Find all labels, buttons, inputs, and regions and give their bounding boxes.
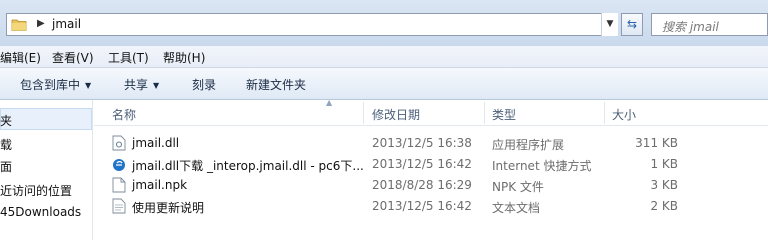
navigation-pane: 夹 载 面 近访问的位置 45Downloads (0, 100, 93, 240)
share-button[interactable]: 共享 ▼ (124, 76, 159, 93)
file-name: jmail.dll (132, 136, 180, 150)
file-date: 2013/12/5 16:38 (372, 136, 472, 150)
file-size: 311 KB (635, 136, 678, 150)
nav-item-downloads[interactable]: 载 (0, 136, 12, 153)
text-file-icon (112, 198, 126, 214)
menu-tools[interactable]: 工具(T) (108, 49, 149, 66)
share-label: 共享 (124, 78, 149, 92)
file-type: NPK 文件 (492, 180, 544, 194)
menu-help[interactable]: 帮助(H) (163, 49, 205, 66)
file-type: 文本文档 (492, 201, 541, 215)
file-type: Internet 快捷方式 (492, 159, 592, 173)
include-in-library-button[interactable]: 包含到库中 ▼ (20, 76, 91, 93)
column-divider[interactable] (363, 102, 364, 124)
column-name[interactable]: 名称 (112, 106, 136, 123)
breadcrumb-arrow-icon[interactable]: ▶ (37, 18, 45, 29)
file-icon (112, 177, 126, 193)
column-divider[interactable] (604, 102, 605, 124)
search-placeholder: 搜索 jmail (662, 20, 719, 34)
file-size: 1 KB (650, 157, 678, 171)
address-dropdown-icon[interactable]: ▼ (601, 13, 618, 36)
file-name: jmail.npk (132, 178, 188, 192)
nav-item-folder[interactable]: 夹 (0, 112, 12, 129)
dll-file-icon (112, 135, 126, 151)
column-divider[interactable] (484, 102, 485, 124)
file-date: 2018/8/28 16:29 (372, 178, 472, 192)
nav-item-recent-places[interactable]: 近访问的位置 (0, 182, 72, 199)
column-type[interactable]: 类型 (492, 106, 516, 123)
new-folder-button[interactable]: 新建文件夹 (246, 76, 306, 93)
file-size: 2 KB (650, 199, 678, 213)
menu-edit[interactable]: 编辑(E) (0, 49, 41, 66)
chevron-down-icon: ▼ (85, 81, 92, 90)
address-bar[interactable]: ▶ jmail (6, 13, 617, 36)
burn-button[interactable]: 刻录 (192, 76, 216, 93)
internet-shortcut-icon (113, 159, 125, 171)
address-bar-area: ▶ jmail ▼ ⇆ 搜索 jmail (0, 0, 768, 46)
file-name: jmail.dll下载 _interop.jmail.dll - pc6下... (132, 159, 364, 173)
chevron-down-icon: ▼ (153, 81, 160, 90)
column-headers: ▲ 名称 修改日期 类型 大小 (94, 98, 768, 126)
menu-view[interactable]: 查看(V) (52, 49, 94, 66)
file-date: 2013/12/5 16:42 (372, 157, 472, 171)
file-date: 2013/12/5 16:42 (372, 199, 472, 213)
sort-ascending-icon: ▲ (326, 98, 333, 107)
refresh-icon: ⇆ (626, 17, 638, 31)
file-row[interactable]: jmail.dll 2013/12/5 16:38 应用程序扩展 311 KB (94, 133, 768, 154)
file-row[interactable]: 使用更新说明 2013/12/5 16:42 文本文档 2 KB (94, 196, 768, 217)
include-in-library-label: 包含到库中 (20, 78, 81, 92)
folder-icon (11, 19, 27, 31)
file-name: 使用更新说明 (132, 201, 205, 215)
column-date[interactable]: 修改日期 (372, 106, 420, 123)
search-input[interactable]: 搜索 jmail (651, 13, 768, 36)
command-toolbar: 包含到库中 ▼ 共享 ▼ 刻录 新建文件夹 (0, 68, 768, 100)
refresh-button[interactable]: ⇆ (621, 13, 643, 36)
nav-item-desktop[interactable]: 面 (0, 158, 12, 175)
column-size[interactable]: 大小 (612, 106, 636, 123)
file-row[interactable]: jmail.npk 2018/8/28 16:29 NPK 文件 3 KB (94, 175, 768, 196)
file-row[interactable]: jmail.dll下载 _interop.jmail.dll - pc6下...… (94, 154, 768, 175)
file-size: 3 KB (650, 178, 678, 192)
menu-bar: 编辑(E) 查看(V) 工具(T) 帮助(H) (0, 46, 768, 68)
nav-selection (0, 108, 92, 130)
nav-item-45downloads[interactable]: 45Downloads (0, 205, 81, 219)
breadcrumb-current[interactable]: jmail (52, 17, 81, 31)
file-type: 应用程序扩展 (492, 138, 565, 152)
